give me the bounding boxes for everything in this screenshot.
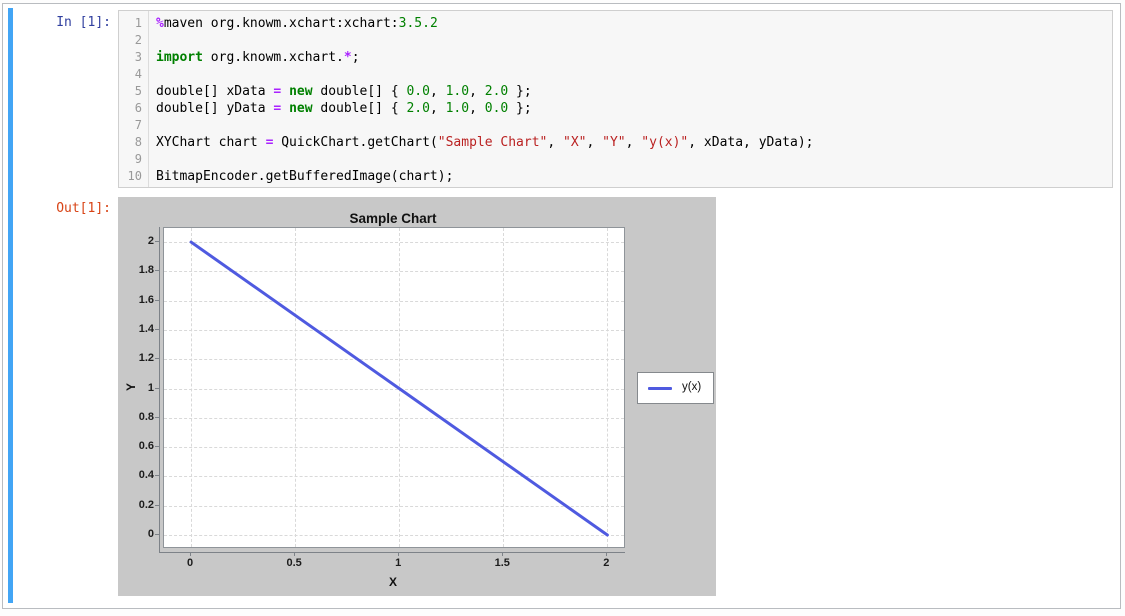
line-number: 6	[134, 101, 142, 115]
y-axis-tick-label: 1.2	[138, 352, 154, 365]
y-axis-tick	[155, 358, 159, 360]
y-axis-tick	[155, 241, 159, 243]
line-number: 5	[134, 84, 142, 98]
code-lines[interactable]: %maven org.knowm.xchart:xchart:3.5.2 impo…	[149, 11, 1112, 187]
y-axis-tick	[155, 475, 159, 477]
code-line: BitmapEncoder.getBufferedImage(chart);	[156, 169, 454, 184]
x-axis-line	[159, 552, 625, 553]
line-number: 3	[134, 50, 142, 64]
y-axis-tick-label: 0.4	[138, 469, 154, 482]
y-axis-tick	[155, 387, 159, 389]
legend-series-line	[648, 387, 672, 390]
chart-legend: y(x)	[637, 372, 714, 404]
y-axis-tick-label: 0.2	[138, 498, 154, 511]
cell-selection-bar	[8, 8, 13, 603]
code-editor[interactable]: 1 2 3 4 5 6 7 8 9 10 %maven org.knowm.xchart:xcha…	[118, 10, 1113, 188]
series-line	[189, 240, 609, 537]
chart-image: Sample Chart Y X y(x) 0 0.5 1 1.5 2 0 0.2 0.4 0.…	[118, 197, 716, 596]
line-number: 2	[134, 33, 142, 47]
y-axis-tick	[155, 446, 159, 448]
x-axis-tick-label: 1	[395, 557, 402, 569]
code-line: import org.knowm.xchart.*;	[156, 50, 360, 65]
y-axis-tick	[155, 270, 159, 272]
code-line: double[] xData = new double[] { 0.0, 1.0…	[156, 84, 532, 99]
line-number: 4	[134, 67, 142, 81]
y-axis-tick-label: 0.8	[138, 410, 154, 423]
line-number: 9	[134, 152, 142, 166]
y-axis-tick-label: 2	[147, 235, 154, 248]
code-line: double[] yData = new double[] { 2.0, 1.0…	[156, 101, 532, 116]
legend-series-label: y(x)	[682, 381, 702, 393]
y-axis-tick-label: 1	[147, 381, 154, 394]
plot-area	[163, 227, 625, 548]
y-axis-tick	[155, 533, 159, 535]
line-number-gutter: 1 2 3 4 5 6 7 8 9 10	[119, 11, 149, 187]
y-axis-tick	[155, 416, 159, 418]
line-number: 8	[134, 135, 142, 149]
code-line: XYChart chart = QuickChart.getChart("Sam…	[156, 135, 814, 150]
x-axis-tick-label: 2	[603, 557, 610, 569]
code-cell[interactable]: In [1]: 1 2 3 4 5 6 7 8 9 10 %maven org.knowm.xch…	[3, 4, 1120, 608]
line-number: 7	[134, 118, 142, 132]
input-prompt: In [1]:	[56, 15, 111, 30]
series-line-layer	[189, 240, 609, 537]
notebook-page: In [1]: 1 2 3 4 5 6 7 8 9 10 %maven org.knowm.xch…	[2, 3, 1121, 609]
line-number: 10	[127, 169, 142, 183]
chart-title: Sample Chart	[349, 211, 437, 226]
line-number: 1	[134, 16, 142, 30]
y-axis-tick-label: 0.6	[138, 440, 154, 453]
y-axis-tick-label: 1.6	[138, 293, 154, 306]
x-axis-tick-label: 1.5	[494, 557, 510, 569]
y-axis-tick-label: 0	[147, 527, 154, 540]
y-axis-tick	[155, 328, 159, 330]
x-axis-label: X	[388, 575, 397, 589]
x-axis-tick-label: 0.5	[286, 557, 302, 569]
y-axis-line	[159, 227, 160, 552]
output-prompt: Out[1]:	[56, 201, 111, 216]
y-axis-tick	[155, 504, 159, 506]
y-axis-tick	[155, 299, 159, 301]
x-axis-tick-label: 0	[186, 557, 194, 569]
y-axis-tick-label: 1.8	[138, 264, 154, 277]
code-line: %maven org.knowm.xchart:xchart:3.5.2	[156, 16, 438, 31]
y-axis-tick-label: 1.4	[138, 322, 154, 335]
